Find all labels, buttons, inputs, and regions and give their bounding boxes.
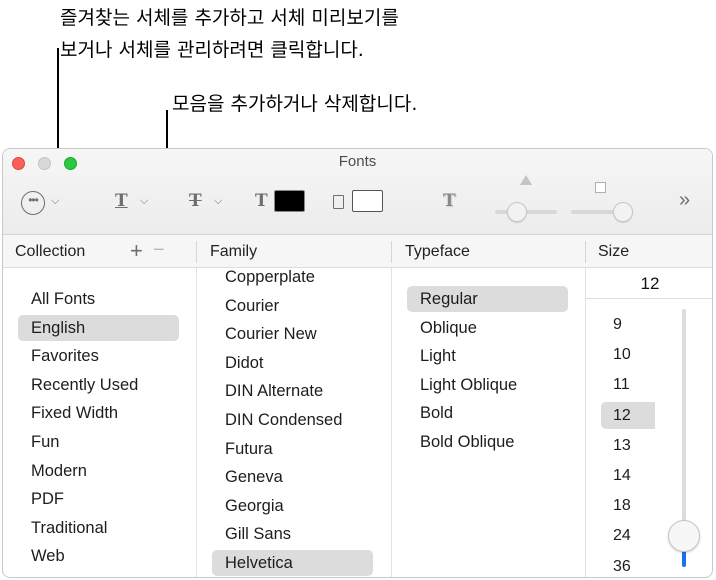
- ellipsis-circle-icon[interactable]: •••: [21, 191, 45, 215]
- typeface-header: Typeface: [405, 243, 470, 260]
- size-option[interactable]: 13: [613, 433, 631, 459]
- typeface-item[interactable]: Light: [420, 343, 456, 369]
- family-item[interactable]: Geneva: [225, 464, 283, 490]
- square-icon: [595, 182, 606, 193]
- family-item[interactable]: Futura: [225, 436, 273, 462]
- family-item[interactable]: Georgia: [225, 493, 284, 519]
- collection-item[interactable]: Favorites: [31, 343, 99, 369]
- column-separator: [585, 268, 586, 577]
- menu-callout: 즐겨찾는 서체를 추가하고 서체 미리보기를 보거나 서체를 관리하려면 클릭합…: [60, 2, 399, 66]
- family-item[interactable]: Gill Sans: [225, 521, 291, 547]
- family-item[interactable]: Courier: [225, 293, 279, 319]
- text-shadow-button[interactable]: T: [443, 191, 456, 211]
- chevron-down-icon[interactable]: ⌵: [140, 195, 148, 208]
- toolbar-overflow-button[interactable]: »: [679, 189, 690, 212]
- size-header: Size: [598, 243, 630, 260]
- collection-item[interactable]: PDF: [31, 486, 64, 512]
- size-option[interactable]: 18: [613, 493, 631, 519]
- size-option[interactable]: 14: [613, 463, 631, 489]
- size-option[interactable]: 12: [613, 403, 631, 429]
- collection-item[interactable]: All Fonts: [31, 286, 95, 312]
- shadow-opacity-knob[interactable]: [507, 202, 527, 222]
- collection-item[interactable]: Web: [31, 543, 65, 569]
- typeface-item[interactable]: Bold Oblique: [420, 429, 514, 455]
- column-separator: [196, 268, 197, 577]
- collection-item[interactable]: Traditional: [31, 515, 107, 541]
- family-item[interactable]: DIN Alternate: [225, 378, 323, 404]
- triangle-icon: [520, 175, 532, 185]
- collection-header: Collection: [15, 243, 86, 260]
- collection-item[interactable]: Recently Used: [31, 372, 138, 398]
- family-item[interactable]: Didot: [225, 350, 264, 376]
- size-option[interactable]: 36: [613, 554, 631, 577]
- size-option[interactable]: 24: [613, 523, 631, 549]
- column-header-row: Collection Family Typeface Size: [3, 235, 712, 268]
- column-divider: [585, 241, 586, 263]
- column-separator: [391, 268, 392, 577]
- shadow-blur-knob[interactable]: [613, 202, 633, 222]
- typeface-item[interactable]: Oblique: [420, 315, 477, 341]
- size-input[interactable]: 12: [586, 269, 712, 299]
- column-divider: [391, 241, 392, 263]
- titlebar: Fonts ••• ⌵ T ⌵ T ⌵ T T »: [3, 149, 712, 235]
- family-item[interactable]: Helvetica: [212, 550, 373, 576]
- remove-collection-button[interactable]: −: [153, 235, 165, 266]
- typeface-item[interactable]: Bold: [420, 400, 453, 426]
- add-collection-button[interactable]: +: [130, 235, 143, 266]
- size-option[interactable]: 9: [613, 312, 622, 338]
- collection-item[interactable]: Fixed Width: [31, 400, 118, 426]
- chevron-down-icon[interactable]: ⌵: [51, 195, 59, 208]
- collection-callout: 모음을 추가하거나 삭제합니다.: [172, 93, 418, 115]
- underline-button[interactable]: T: [115, 191, 128, 211]
- collection-item[interactable]: Modern: [31, 458, 87, 484]
- text-color-well[interactable]: [274, 190, 305, 212]
- family-item[interactable]: Courier New: [225, 321, 317, 347]
- family-item[interactable]: Copperplate: [225, 264, 315, 290]
- chevron-down-icon[interactable]: ⌵: [214, 195, 222, 208]
- document-color-well[interactable]: [352, 190, 383, 212]
- family-item[interactable]: DIN Condensed: [225, 407, 342, 433]
- size-option[interactable]: 11: [613, 372, 630, 398]
- typeface-item[interactable]: Light Oblique: [420, 372, 517, 398]
- collection-item[interactable]: Fun: [31, 429, 59, 455]
- window-title: Fonts: [338, 153, 377, 170]
- collection-item[interactable]: English: [18, 314, 179, 341]
- column-divider: [196, 241, 197, 263]
- typeface-item[interactable]: Regular: [407, 286, 568, 312]
- fonts-window: Fonts ••• ⌵ T ⌵ T ⌵ T T » Collection Fam…: [2, 148, 713, 578]
- size-option[interactable]: 10: [613, 342, 631, 368]
- text-color-label: T: [255, 191, 268, 211]
- menu-callout-line-2: 보거나 서체를 관리하려면 클릭합니다.: [60, 39, 364, 61]
- strikethrough-button[interactable]: T: [189, 191, 202, 211]
- menu-callout-line-1: 즐겨찾는 서체를 추가하고 서체 미리보기를: [60, 7, 399, 29]
- document-icon: [333, 195, 344, 209]
- size-slider-knob[interactable]: [668, 520, 700, 553]
